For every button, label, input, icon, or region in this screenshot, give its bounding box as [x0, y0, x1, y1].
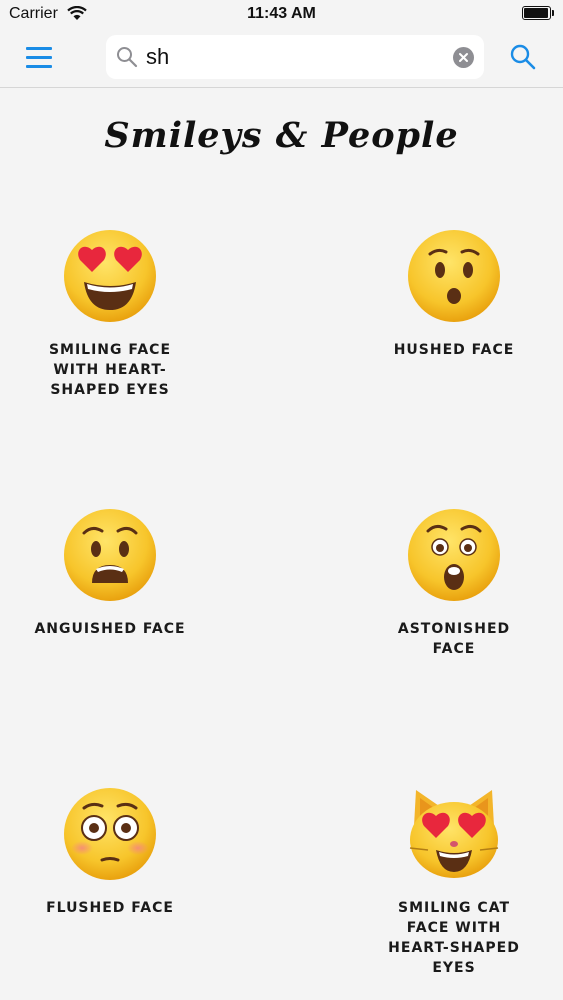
emoji-label: ANGUISHED FACE [34, 621, 186, 637]
search-input[interactable] [146, 41, 436, 73]
flushed-face-icon [64, 788, 156, 880]
search-button[interactable] [509, 43, 537, 71]
clear-search-button[interactable] [453, 47, 474, 68]
heart-eyes-cat-face-icon [409, 790, 499, 878]
emoji-label: FLUSHED FACE [46, 900, 174, 916]
search-bar[interactable] [106, 35, 484, 79]
astonished-face-icon [408, 509, 500, 601]
clock: 11:43 AM [247, 5, 316, 22]
emoji-item-heart-eyes[interactable]: SMILING FACE WITH HEART-SHAPED EYES [10, 228, 210, 400]
emoji-label: ASTONISHED FACE [397, 621, 511, 657]
anguished-face-icon [64, 509, 156, 601]
hushed-face-icon [408, 230, 500, 322]
emoji-label: SMILING FACE WITH HEART-SHAPED EYES [48, 342, 172, 398]
emoji-item-anguished[interactable]: ANGUISHED FACE [10, 507, 210, 639]
menu-button[interactable] [26, 45, 54, 69]
emoji-item-flushed[interactable]: FLUSHED FACE [10, 786, 210, 918]
nav-bar [0, 30, 563, 88]
heart-eyes-face-icon [64, 230, 156, 322]
emoji-item-hushed[interactable]: HUSHED FACE [354, 228, 554, 360]
section-title: Smileys & People [104, 115, 459, 156]
battery-icon [522, 6, 554, 20]
emoji-label: SMILING CAT FACE WITH HEART-SHAPED EYES [388, 900, 520, 976]
hamburger-icon [26, 47, 52, 50]
clear-icon [459, 53, 468, 62]
emoji-item-astonished[interactable]: ASTONISHED FACE [354, 507, 554, 659]
emoji-item-heart-eyes-cat[interactable]: SMILING CAT FACE WITH HEART-SHAPED EYES [354, 786, 554, 978]
status-bar: Carrier 11:43 AM [0, 0, 563, 30]
search-icon [117, 47, 138, 68]
emoji-label: HUSHED FACE [393, 342, 515, 358]
